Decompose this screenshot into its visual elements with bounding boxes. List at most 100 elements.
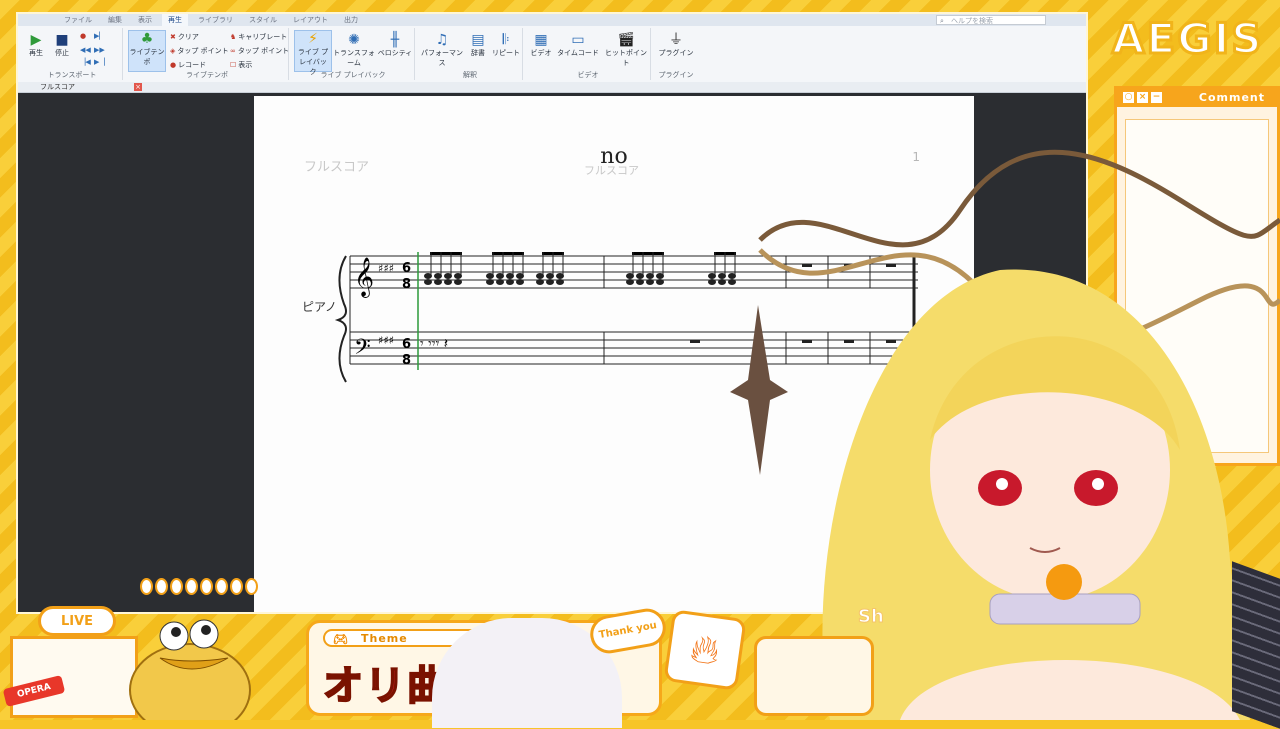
tab-layout[interactable]: レイアウト	[287, 14, 334, 26]
note-head	[646, 279, 654, 285]
group-transport: ▶ 再生 ■ 停止 ● ▶▏ ◀◀ ▶▶ ▕◀ ▶▕ トランスポート	[22, 28, 123, 80]
tab-library[interactable]: ライブラリ	[192, 14, 239, 26]
hitpoint-label: ヒットポイント	[605, 49, 647, 67]
stop-label: 停止	[55, 49, 69, 57]
repeat-button[interactable]: 𝄆 リピート	[490, 32, 522, 58]
clapper-icon: 🎬︎	[617, 32, 635, 48]
note-head	[536, 273, 544, 279]
close-icon[interactable]: ×	[134, 83, 142, 91]
note-head	[718, 273, 726, 279]
treble-time-top: 6	[402, 261, 411, 276]
help-search-input[interactable]: ⌕ ヘルプを検索	[936, 15, 1046, 25]
window-buttons: ○ × −	[1123, 92, 1162, 103]
live-playback-button[interactable]: ⚡ ライブ プレイバック	[294, 30, 332, 76]
live-tempo-button[interactable]: ♣ ライブテンポ	[128, 30, 166, 72]
velocity-button[interactable]: ╫ ベロシティ	[376, 32, 414, 58]
ribbon-toolbar: ▶ 再生 ■ 停止 ● ▶▏ ◀◀ ▶▶ ▕◀ ▶▕ トランスポート ♣ ライブ…	[18, 26, 1086, 83]
record-icon[interactable]: ●	[80, 32, 86, 40]
treble-time-bottom: 8	[402, 277, 411, 292]
note-head	[536, 279, 544, 285]
side-card	[754, 636, 874, 716]
dictionary-button[interactable]: ▤ 辞書	[466, 32, 490, 58]
note-beam	[492, 252, 524, 255]
live-badge: LIVE	[38, 606, 116, 636]
note-head	[546, 279, 554, 285]
note-head	[718, 279, 726, 285]
score-page[interactable]: フルスコア フルスコア no 1 ピアノ 𝄞 𝄢 ♯♯♯ ♯♯♯ 6 8 6 8…	[254, 96, 974, 612]
tab-view[interactable]: 表示	[132, 14, 158, 26]
group-live-playback: ⚡ ライブ プレイバック ✺ トランスフォーム ╫ ベロシティ ライブ プレイバ…	[292, 28, 415, 80]
piano-brace	[334, 255, 347, 383]
note-head	[506, 279, 514, 285]
note-head	[556, 273, 564, 279]
bass-clef: 𝄢	[354, 335, 371, 365]
video-button[interactable]: ▦ ビデオ	[526, 32, 556, 58]
film-icon: ▦	[534, 32, 548, 48]
live-tempo-label: ライブテンポ	[129, 48, 165, 66]
group-label-live-tempo: ライブテンポ	[186, 71, 228, 79]
note-head	[636, 273, 644, 279]
gamepad-icon: 🎮︎	[333, 632, 350, 646]
fast-forward-icon[interactable]: ▶▶	[94, 46, 105, 54]
treble-clef: 𝄞	[354, 257, 374, 298]
score-title: no	[600, 144, 628, 169]
stop-icon: ■	[55, 32, 69, 48]
plug-icon: ⏚	[669, 32, 683, 48]
skip-end-icon[interactable]: ▶▏	[94, 32, 105, 40]
note-head	[454, 273, 462, 279]
skip-start-icon[interactable]: ▕◀	[80, 58, 91, 66]
note-head	[424, 279, 432, 285]
title-bar: ファイル 編集 表示 再生 ライブラリ スタイル レイアウト 出力 ⌕ ヘルプを…	[18, 14, 1086, 26]
tab-style[interactable]: スタイル	[243, 14, 283, 26]
plugin-button[interactable]: ⏚ プラグイン	[654, 32, 698, 58]
note-head	[556, 279, 564, 285]
note-head	[424, 273, 432, 279]
note-head	[434, 273, 442, 279]
comment-title: Comment	[1198, 91, 1265, 104]
comment-title-bar: ○ × − Comment	[1117, 89, 1277, 107]
hitpoint-button[interactable]: 🎬︎ ヒットポイント	[602, 32, 650, 68]
note-head	[656, 279, 664, 285]
tap-points-toggle[interactable]: ∞ タップ ポイント	[230, 46, 289, 56]
note-head	[546, 273, 554, 279]
group-plugin: ⏚ プラグイン プラグイン	[654, 28, 698, 80]
bird-mascot	[129, 619, 251, 720]
stop-button[interactable]: ■ 停止	[50, 32, 74, 58]
tab-edit[interactable]: 編集	[102, 14, 128, 26]
group-label-video: ビデオ	[577, 71, 599, 79]
note-head	[708, 279, 716, 285]
note-head	[444, 279, 452, 285]
timecode-button[interactable]: ▭ タイムコード	[556, 32, 600, 58]
dictionary-label: 辞書	[471, 49, 485, 57]
play-button[interactable]: ▶ 再生	[24, 32, 48, 58]
note-head	[486, 273, 494, 279]
performance-button[interactable]: ♫ パフォーマンス	[420, 32, 464, 68]
calibrate-button[interactable]: ♞ キャリブレート	[230, 32, 287, 42]
fire-icon: 🔥︎	[663, 609, 747, 691]
tab-full-score[interactable]: フルスコア	[40, 82, 75, 92]
note-head	[626, 279, 634, 285]
show-button[interactable]: ☐ 表示	[230, 60, 252, 70]
tap-point-button[interactable]: ◈ タップ ポイント	[170, 46, 229, 56]
velocity-label: ベロシティ	[377, 49, 413, 57]
decorative-dots	[140, 578, 258, 595]
play-icon: ▶	[30, 32, 42, 48]
bass-time-top: 6	[402, 337, 411, 352]
notes-icon: ♫	[435, 32, 449, 48]
transform-button[interactable]: ✺ トランスフォーム	[332, 32, 376, 68]
performance-label: パフォーマンス	[421, 49, 463, 67]
move-end-icon[interactable]: ▶▕	[94, 58, 105, 66]
repeat-label: リピート	[492, 49, 520, 57]
clear-button[interactable]: ✖ クリア	[170, 32, 199, 42]
record-tempo-button[interactable]: ● レコード	[170, 60, 206, 70]
tab-play[interactable]: 再生	[162, 14, 188, 26]
note-head	[636, 279, 644, 285]
channel-logo: AEGIS	[1111, 13, 1264, 65]
tab-output[interactable]: 出力	[338, 14, 364, 26]
document-tab-bar: フルスコア ×	[18, 82, 1086, 93]
bass-time-bottom: 8	[402, 353, 411, 368]
minimize-icon: −	[1151, 92, 1162, 103]
tab-file[interactable]: ファイル	[58, 14, 98, 26]
rewind-icon[interactable]: ◀◀	[80, 46, 91, 54]
metronome-icon: ♣	[140, 31, 154, 47]
